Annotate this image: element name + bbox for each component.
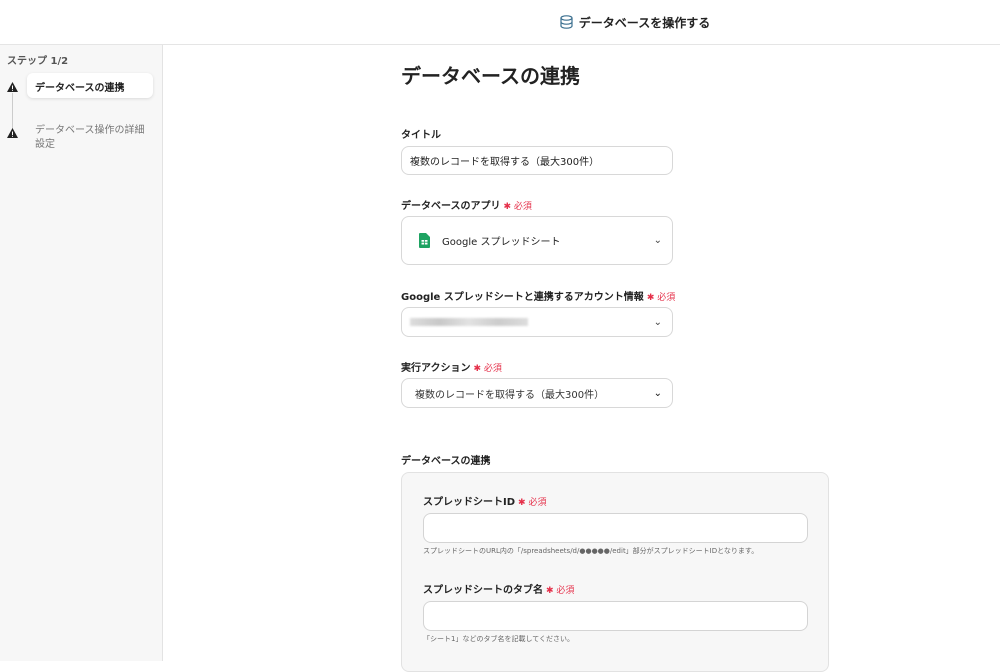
- sidebar-step-database-link[interactable]: データベースの連携: [27, 73, 153, 98]
- warning-icon: [7, 82, 18, 92]
- section-label: データベースの連携: [401, 456, 491, 467]
- required-badge: ✱ 必須: [518, 498, 547, 508]
- required-text: 必須: [556, 586, 575, 596]
- required-text: 必須: [657, 293, 676, 303]
- title-input-value: 複数のレコードを取得する（最大300件）: [410, 157, 600, 168]
- required-text: 必須: [513, 202, 532, 212]
- step-connector: [12, 93, 13, 133]
- database-link-panel: スプレッドシートID ✱ 必須 スプレッドシートのURL内の「/spreadshe…: [401, 472, 829, 672]
- action-select[interactable]: 複数のレコードを取得する（最大300件） ⌄: [401, 378, 673, 408]
- tab-name-input[interactable]: [423, 601, 808, 631]
- account-label-text: Google スプレッドシートと連携するアカウント情報: [401, 292, 644, 303]
- page-title: データベースの連携: [401, 64, 580, 88]
- action-label: 実行アクション ✱ 必須: [401, 359, 502, 374]
- sidebar: ステップ 1/2 データベースの連携 データベース操作の詳細設定: [0, 45, 163, 661]
- google-sheets-icon: [419, 233, 430, 248]
- required-text: 必須: [483, 364, 502, 374]
- tab-name-label: スプレッドシートのタブ名 ✱ 必須: [423, 581, 574, 596]
- required-badge: ✱ 必須: [503, 202, 532, 212]
- action-label-text: 実行アクション: [401, 363, 471, 374]
- chevron-down-icon: ⌄: [653, 235, 662, 246]
- sheet-id-input[interactable]: [423, 513, 808, 543]
- app-label: データベースのアプリ ✱ 必須: [401, 197, 532, 212]
- app-select-value: Google スプレッドシート: [442, 237, 561, 248]
- sheet-id-help: スプレッドシートのURL内の「/spreadsheets/d/●●●●●/edi…: [423, 547, 759, 555]
- required-badge: ✱ 必須: [646, 293, 676, 303]
- required-text: 必須: [528, 498, 547, 508]
- tab-name-label-text: スプレッドシートのタブ名: [423, 585, 543, 596]
- database-icon: [560, 15, 573, 29]
- step-indicator: ステップ 1/2: [7, 56, 69, 67]
- header: データベースを操作する: [0, 0, 1000, 45]
- chevron-down-icon: ⌄: [653, 316, 662, 328]
- action-select-value: 複数のレコードを取得する（最大300件）: [415, 389, 605, 401]
- sheet-id-label: スプレッドシートID ✱ 必須: [423, 493, 546, 508]
- sheet-id-label-text: スプレッドシートID: [423, 497, 516, 508]
- title-input[interactable]: 複数のレコードを取得する（最大300件）: [401, 146, 673, 175]
- chevron-down-icon: ⌄: [653, 387, 662, 399]
- required-badge: ✱ 必須: [473, 364, 502, 374]
- app-select[interactable]: Google スプレッドシート ⌄: [401, 216, 673, 265]
- page-header-title: データベースを操作する: [578, 15, 711, 30]
- title-label: タイトル: [401, 130, 441, 141]
- app-label-text: データベースのアプリ: [401, 201, 501, 212]
- warning-icon: [7, 128, 18, 138]
- sidebar-step-operation-settings[interactable]: データベース操作の詳細設定: [27, 124, 147, 152]
- account-label: Google スプレッドシートと連携するアカウント情報 ✱ 必須: [401, 288, 675, 303]
- tab-name-help: 「シート1」などのタブ名を記載してください。: [423, 635, 575, 643]
- required-badge: ✱ 必須: [546, 586, 575, 596]
- account-select[interactable]: ⌄: [401, 307, 673, 337]
- blurred-account-name: [410, 318, 528, 326]
